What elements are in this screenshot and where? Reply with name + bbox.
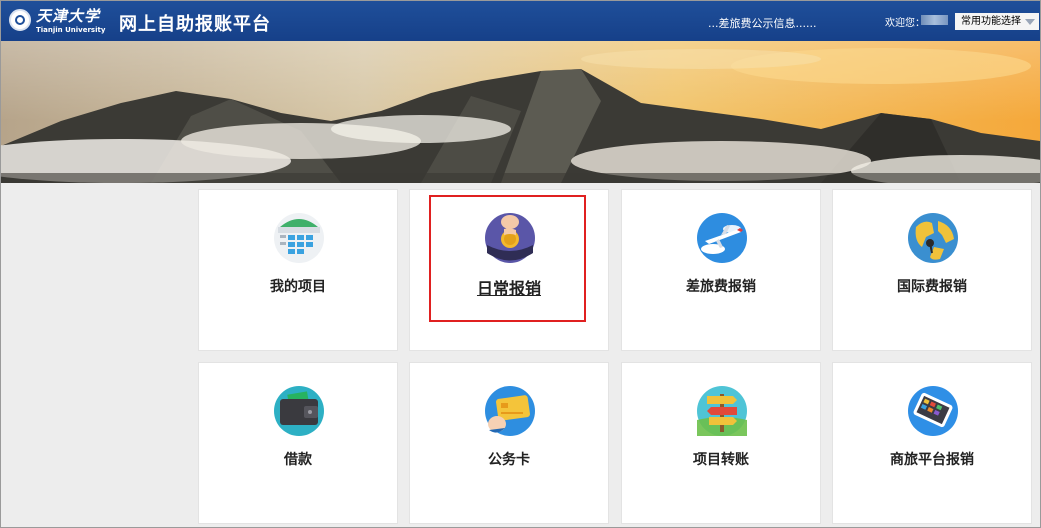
signpost-icon — [697, 386, 747, 436]
quick-function-select[interactable]: 常用功能选择 — [955, 13, 1039, 30]
app-title: 网上自助报账平台 — [119, 14, 271, 35]
globe-icon — [908, 213, 958, 263]
university-seal-icon — [9, 9, 31, 31]
mountain-banner — [1, 41, 1040, 183]
tile-label: 项目转账 — [693, 452, 749, 468]
tile-travel-reimbursement[interactable]: 差旅费报销 — [621, 189, 821, 351]
tile-business-travel-platform[interactable]: 商旅平台报销 — [832, 362, 1032, 524]
airplane-icon — [697, 213, 747, 263]
wallet-icon — [274, 386, 324, 436]
app-window: 天津大学 Tianjin University 网上自助报账平台 ...差旅费公… — [0, 0, 1041, 528]
welcome-label: 欢迎您： — [885, 18, 925, 29]
tile-label: 公务卡 — [488, 452, 530, 468]
tile-label: 商旅平台报销 — [890, 452, 974, 468]
tile-loan[interactable]: 借款 — [198, 362, 398, 524]
university-logo-text: 天津大学 — [36, 7, 101, 25]
university-logo-en: Tianjin University — [36, 26, 106, 34]
tile-international-reimbursement[interactable]: 国际费报销 — [832, 189, 1032, 351]
tile-my-projects[interactable]: 我的项目 — [198, 189, 398, 351]
tablet-icon — [908, 386, 958, 436]
project-calendar-icon — [274, 213, 324, 263]
credit-card-icon — [485, 386, 535, 436]
username-blurred — [921, 15, 948, 25]
coin-hand-icon — [485, 213, 535, 263]
tile-label: 借款 — [284, 452, 312, 468]
tile-label: 差旅费报销 — [686, 279, 756, 295]
tile-label: 我的项目 — [270, 279, 326, 295]
notice-link[interactable]: ...差旅费公示信息...... — [708, 15, 816, 31]
tile-project-transfer[interactable]: 项目转账 — [621, 362, 821, 524]
tile-daily-reimbursement[interactable]: 日常报销 — [409, 189, 609, 351]
tile-official-card[interactable]: 公务卡 — [409, 362, 609, 524]
quick-function-select-value: 常用功能选择 — [961, 16, 1021, 27]
chevron-down-icon — [1025, 19, 1035, 25]
tile-label: 日常报销 — [476, 279, 541, 298]
tile-label: 国际费报销 — [897, 279, 967, 295]
top-header: 天津大学 Tianjin University 网上自助报账平台 ...差旅费公… — [1, 1, 1040, 41]
